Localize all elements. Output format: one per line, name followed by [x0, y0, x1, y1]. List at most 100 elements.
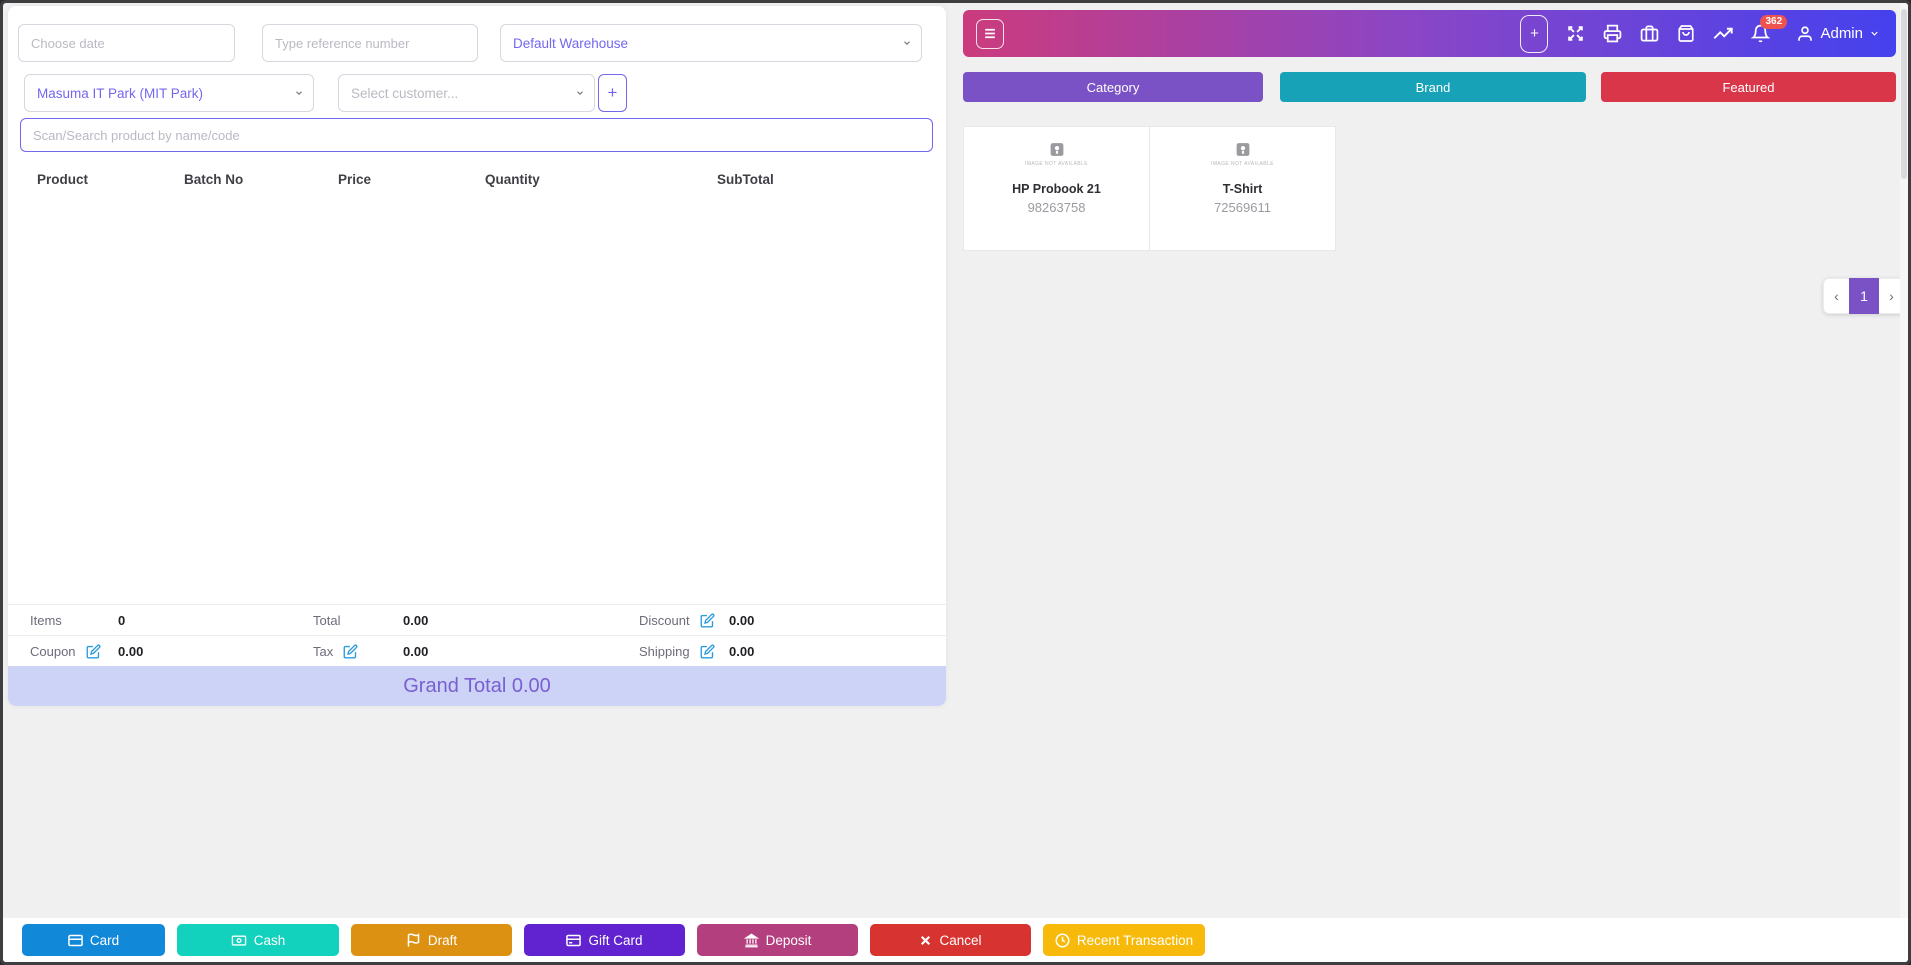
draft-button[interactable]: Draft — [351, 924, 512, 956]
gift-card-button-label: Gift Card — [588, 933, 642, 948]
discount-label: Discount — [639, 613, 690, 628]
tax-cell: Tax 0.00 — [313, 644, 623, 659]
notifications-button[interactable]: 362 — [1751, 24, 1770, 43]
shipping-value: 0.00 — [729, 644, 754, 659]
coupon-label: Coupon — [30, 644, 76, 659]
date-input[interactable] — [18, 24, 235, 62]
product-grid: IMAGE NOT AVAILABLE HP Probook 21 982637… — [963, 126, 1336, 251]
filter-brand-button[interactable]: Brand — [1280, 72, 1586, 102]
pagination: ‹ 1 › — [1823, 278, 1905, 314]
filter-featured-button[interactable]: Featured — [1601, 72, 1896, 102]
briefcase-icon[interactable] — [1640, 24, 1659, 43]
top-navigation-bar: + 362 Admin — [963, 10, 1896, 57]
chevron-down-icon — [902, 38, 912, 48]
printer-icon[interactable] — [1603, 24, 1622, 43]
column-product: Product — [37, 172, 88, 187]
cash-button[interactable]: Cash — [177, 924, 339, 956]
broken-image-icon — [1233, 141, 1253, 158]
product-card[interactable]: IMAGE NOT AVAILABLE T-Shirt 72569611 — [1149, 126, 1336, 251]
clock-icon — [1055, 933, 1070, 948]
user-name-label: Admin — [1820, 25, 1863, 42]
user-menu[interactable]: Admin — [1796, 25, 1880, 43]
discount-value: 0.00 — [729, 613, 754, 628]
product-code: 72569611 — [1214, 200, 1271, 215]
draft-button-label: Draft — [428, 933, 457, 948]
form-row-2: Masuma IT Park (MIT Park) Select custome… — [24, 74, 627, 112]
bank-icon — [744, 933, 759, 948]
grand-total-bar: Grand Total 0.00 — [8, 666, 946, 706]
grand-total-text: Grand Total 0.00 — [403, 675, 551, 698]
customer-select[interactable]: Select customer... — [338, 74, 595, 112]
scrollbar-thumb[interactable] — [1901, 9, 1907, 179]
filter-category-button[interactable]: Category — [963, 72, 1263, 102]
chevron-down-icon — [294, 88, 304, 98]
hamburger-menu-button[interactable] — [976, 19, 1004, 49]
biller-select[interactable]: Masuma IT Park (MIT Park) — [24, 74, 314, 112]
gift-card-button[interactable]: Gift Card — [524, 924, 685, 956]
warehouse-selected-value: Default Warehouse — [513, 36, 628, 51]
gift-card-icon — [566, 933, 581, 948]
column-quantity: Quantity — [485, 172, 540, 187]
items-cell: Items 0 — [8, 613, 313, 628]
product-search-input[interactable] — [20, 118, 933, 152]
product-name: HP Probook 21 — [1012, 182, 1101, 196]
cancel-button-label: Cancel — [939, 933, 981, 948]
items-label: Items — [30, 613, 62, 628]
cancel-x-icon — [919, 934, 932, 947]
deposit-button[interactable]: Deposit — [697, 924, 858, 956]
tax-value: 0.00 — [403, 644, 428, 659]
cart-table-header: Product Batch No Price Quantity SubTotal — [8, 172, 946, 190]
cash-button-label: Cash — [254, 933, 286, 948]
payment-action-bar: Card Cash Draft Gift Card Deposit Cancel… — [3, 918, 1908, 962]
column-batch-no: Batch No — [184, 172, 243, 187]
topbar-actions: + 362 Admin — [1520, 15, 1896, 53]
card-button-label: Card — [90, 933, 119, 948]
deposit-button-label: Deposit — [766, 933, 812, 948]
product-name: T-Shirt — [1223, 182, 1263, 196]
notification-count-badge: 362 — [1760, 15, 1787, 29]
card-button[interactable]: Card — [22, 924, 165, 956]
image-placeholder-text: IMAGE NOT AVAILABLE — [1025, 161, 1088, 167]
broken-image-icon — [1047, 141, 1067, 158]
column-subtotal: SubTotal — [717, 172, 774, 187]
reference-number-input[interactable] — [262, 24, 478, 62]
total-cell: Total 0.00 — [313, 613, 623, 628]
product-filter-bar: Category Brand Featured — [963, 72, 1896, 102]
chevron-down-icon — [1869, 28, 1880, 39]
total-label: Total — [313, 613, 340, 628]
product-card[interactable]: IMAGE NOT AVAILABLE HP Probook 21 982637… — [963, 126, 1150, 251]
credit-card-icon — [68, 933, 83, 948]
image-placeholder-text: IMAGE NOT AVAILABLE — [1211, 161, 1274, 167]
edit-tax-icon[interactable] — [343, 644, 358, 659]
items-value: 0 — [118, 613, 125, 628]
flag-icon — [406, 933, 421, 948]
warehouse-select[interactable]: Default Warehouse — [500, 24, 922, 62]
shopping-bag-icon[interactable] — [1677, 24, 1695, 43]
edit-coupon-icon[interactable] — [86, 644, 101, 659]
pagination-page-1[interactable]: 1 — [1849, 278, 1879, 314]
page-scrollbar[interactable] — [1900, 3, 1908, 918]
shipping-cell: Shipping 0.00 — [623, 644, 946, 659]
coupon-value: 0.00 — [118, 644, 143, 659]
form-row-1: Default Warehouse — [18, 24, 922, 62]
edit-discount-icon[interactable] — [700, 613, 715, 628]
tax-label: Tax — [313, 644, 333, 659]
edit-shipping-icon[interactable] — [700, 644, 715, 659]
cancel-button[interactable]: Cancel — [870, 924, 1031, 956]
shipping-label: Shipping — [639, 644, 690, 659]
pagination-prev-button[interactable]: ‹ — [1823, 278, 1849, 314]
customer-placeholder: Select customer... — [351, 86, 458, 101]
recent-transaction-button[interactable]: Recent Transaction — [1043, 924, 1205, 956]
cart-panel: Default Warehouse Masuma IT Park (MIT Pa… — [8, 6, 946, 706]
summary-row-1: Items 0 Total 0.00 Discount 0.00 — [8, 604, 946, 635]
user-icon — [1796, 25, 1814, 43]
add-customer-button[interactable]: + — [598, 74, 627, 112]
column-price: Price — [338, 172, 371, 187]
expand-icon[interactable] — [1566, 24, 1585, 43]
chevron-down-icon — [575, 88, 585, 98]
discount-cell: Discount 0.00 — [623, 613, 946, 628]
quick-add-button[interactable]: + — [1520, 15, 1548, 53]
trending-up-icon[interactable] — [1713, 24, 1733, 43]
cart-summary: Items 0 Total 0.00 Discount 0.00 — [8, 604, 946, 666]
biller-selected-value: Masuma IT Park (MIT Park) — [37, 86, 203, 101]
